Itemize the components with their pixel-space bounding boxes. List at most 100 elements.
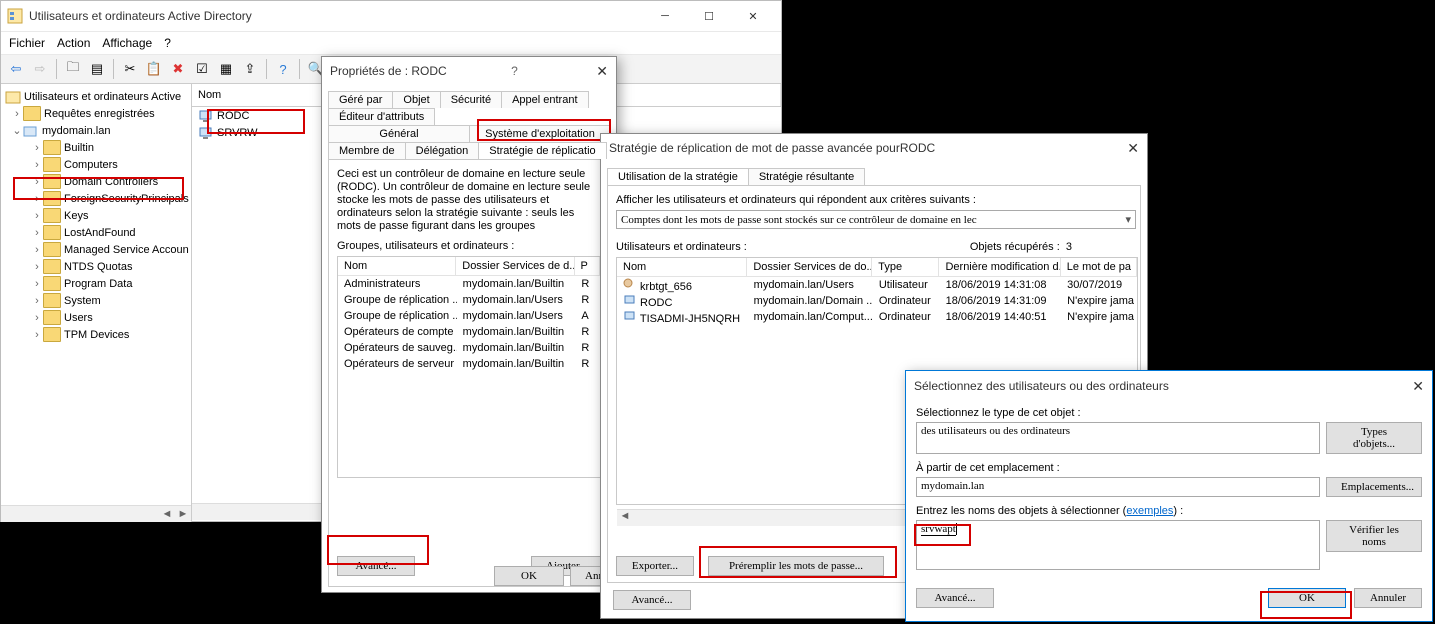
tree-domain-controllers[interactable]: Domain Controllers: [64, 176, 158, 188]
scroll-right-icon[interactable]: ►: [175, 508, 191, 520]
expand-icon[interactable]: ›: [31, 159, 43, 171]
minimize-button[interactable]: ─: [643, 2, 687, 30]
close-icon[interactable]: ✕: [596, 63, 608, 80]
advanced-button[interactable]: Avancé...: [916, 588, 994, 608]
expand-icon[interactable]: ›: [31, 227, 43, 239]
scroll-left-icon[interactable]: ◄: [159, 508, 175, 520]
domain-icon: [23, 124, 39, 138]
ok-button[interactable]: OK: [1268, 588, 1346, 608]
table-row[interactable]: Opérateurs de serveurmydomain.lan/Builti…: [338, 356, 600, 372]
refresh-icon[interactable]: ▦: [215, 58, 237, 80]
tree-domain[interactable]: mydomain.lan: [42, 125, 110, 137]
examples-link[interactable]: exemples: [1126, 505, 1173, 517]
expand-icon[interactable]: ›: [31, 261, 43, 273]
forward-icon[interactable]: ⇨: [29, 58, 51, 80]
copy-icon[interactable]: 📋: [143, 58, 165, 80]
tab-object[interactable]: Objet: [392, 91, 440, 108]
names-textarea[interactable]: srvwapt: [916, 520, 1320, 570]
cancel-button[interactable]: Annuler: [1354, 588, 1422, 608]
expand-icon[interactable]: ›: [31, 278, 43, 290]
tab-os[interactable]: Système d'exploitation: [469, 125, 611, 142]
tree-computers[interactable]: Computers: [64, 159, 118, 171]
tree-tpm[interactable]: TPM Devices: [64, 329, 129, 341]
back-icon[interactable]: ⇦: [5, 58, 27, 80]
col-p[interactable]: P: [575, 257, 600, 275]
col-name[interactable]: Nom: [617, 258, 747, 276]
tab-general[interactable]: Général: [328, 125, 470, 142]
close-icon[interactable]: ✕: [1412, 378, 1424, 395]
table-row[interactable]: krbtgt_656mydomain.lan/UsersUtilisateur1…: [617, 277, 1137, 293]
tree-root[interactable]: Utilisateurs et ordinateurs Active: [24, 91, 181, 103]
expand-icon[interactable]: ›: [31, 295, 43, 307]
tab-memberof[interactable]: Membre de: [328, 142, 406, 159]
col-pwd[interactable]: Le mot de pa: [1061, 258, 1137, 276]
tree-keys[interactable]: Keys: [64, 210, 88, 222]
check-names-button[interactable]: Vérifier les noms: [1326, 520, 1422, 552]
table-row[interactable]: TISADMI-JH5NQRHmydomain.lan/Comput...Ord…: [617, 309, 1137, 325]
collapse-icon[interactable]: ⌄: [11, 124, 23, 137]
expand-icon[interactable]: ›: [31, 312, 43, 324]
table-row[interactable]: Groupe de réplication ...mydomain.lan/Us…: [338, 292, 600, 308]
tab-attributes[interactable]: Éditeur d'attributs: [328, 108, 435, 125]
prefill-button[interactable]: Préremplir les mots de passe...: [708, 556, 884, 576]
table-row[interactable]: Opérateurs de comptemydomain.lan/Builtin…: [338, 324, 600, 340]
expand-icon[interactable]: ›: [11, 108, 23, 120]
tab-resultant[interactable]: Stratégie résultante: [748, 168, 865, 185]
advanced-button[interactable]: Avancé...: [337, 556, 415, 576]
tree-ntds[interactable]: NTDS Quotas: [64, 261, 132, 273]
tree-lostfound[interactable]: LostAndFound: [64, 227, 136, 239]
expand-icon[interactable]: ›: [31, 329, 43, 341]
close-icon[interactable]: ✕: [1127, 140, 1139, 157]
tree-users[interactable]: Users: [64, 312, 93, 324]
tree-pane[interactable]: Utilisateurs et ordinateurs Active › Requ…: [1, 84, 192, 522]
help-icon[interactable]: ?: [272, 58, 294, 80]
locations-button[interactable]: Emplacements...: [1326, 477, 1422, 497]
tree-system[interactable]: System: [64, 295, 101, 307]
col-folder[interactable]: Dossier Services de d...: [456, 257, 574, 275]
tab-dialin[interactable]: Appel entrant: [501, 91, 588, 108]
expand-icon[interactable]: ›: [31, 193, 43, 205]
scroll-left-icon[interactable]: ◄: [617, 510, 633, 526]
tree-msa[interactable]: Managed Service Accoun: [64, 244, 189, 256]
maximize-button[interactable]: ☐: [687, 2, 731, 30]
menu-action[interactable]: Action: [57, 36, 90, 50]
filter-select[interactable]: Comptes dont les mots de passe sont stoc…: [616, 210, 1136, 229]
tab-managedby[interactable]: Géré par: [328, 91, 393, 108]
tab-security[interactable]: Sécurité: [440, 91, 502, 108]
tab-replication[interactable]: Stratégie de réplicatio: [478, 142, 606, 159]
export-button[interactable]: Exporter...: [616, 556, 694, 576]
expand-icon[interactable]: ›: [31, 210, 43, 222]
ok-button[interactable]: OK: [494, 566, 564, 586]
col-type[interactable]: Type: [872, 258, 939, 276]
properties-icon[interactable]: ☑: [191, 58, 213, 80]
menu-view[interactable]: Affichage: [102, 36, 152, 50]
props-icon[interactable]: ▤: [86, 58, 108, 80]
menu-file[interactable]: Fichier: [9, 36, 45, 50]
advanced-button[interactable]: Avancé...: [613, 590, 691, 610]
table-row[interactable]: Opérateurs de sauveg...mydomain.lan/Buil…: [338, 340, 600, 356]
tab-delegation[interactable]: Délégation: [405, 142, 480, 159]
delete-icon[interactable]: ✖: [167, 58, 189, 80]
groups-grid[interactable]: Nom Dossier Services de d... P Administr…: [337, 256, 601, 478]
export-icon[interactable]: ⇪: [239, 58, 261, 80]
tree-builtin[interactable]: Builtin: [64, 142, 94, 154]
expand-icon[interactable]: ›: [31, 176, 43, 188]
expand-icon[interactable]: ›: [31, 142, 43, 154]
object-types-button[interactable]: Types d'objets...: [1326, 422, 1422, 454]
expand-icon[interactable]: ›: [31, 244, 43, 256]
tree-fsp[interactable]: ForeignSecurityPrincipals: [64, 193, 189, 205]
col-folder[interactable]: Dossier Services de do...: [747, 258, 872, 276]
tab-usage[interactable]: Utilisation de la stratégie: [607, 168, 749, 185]
table-row[interactable]: Groupe de réplication ...mydomain.lan/Us…: [338, 308, 600, 324]
col-modified[interactable]: Dernière modification d...: [939, 258, 1060, 276]
close-button[interactable]: ✕: [731, 2, 775, 30]
col-name[interactable]: Nom: [338, 257, 456, 275]
help-icon[interactable]: ?: [511, 64, 518, 78]
up-icon[interactable]: 🗀: [62, 58, 84, 80]
table-row[interactable]: Administrateursmydomain.lan/BuiltinR: [338, 276, 600, 292]
cut-icon[interactable]: ✂: [119, 58, 141, 80]
tree-programdata[interactable]: Program Data: [64, 278, 132, 290]
table-row[interactable]: RODCmydomain.lan/Domain ...Ordinateur18/…: [617, 293, 1137, 309]
menu-help[interactable]: ?: [164, 36, 171, 50]
tree-saved-queries[interactable]: Requêtes enregistrées: [44, 108, 155, 120]
